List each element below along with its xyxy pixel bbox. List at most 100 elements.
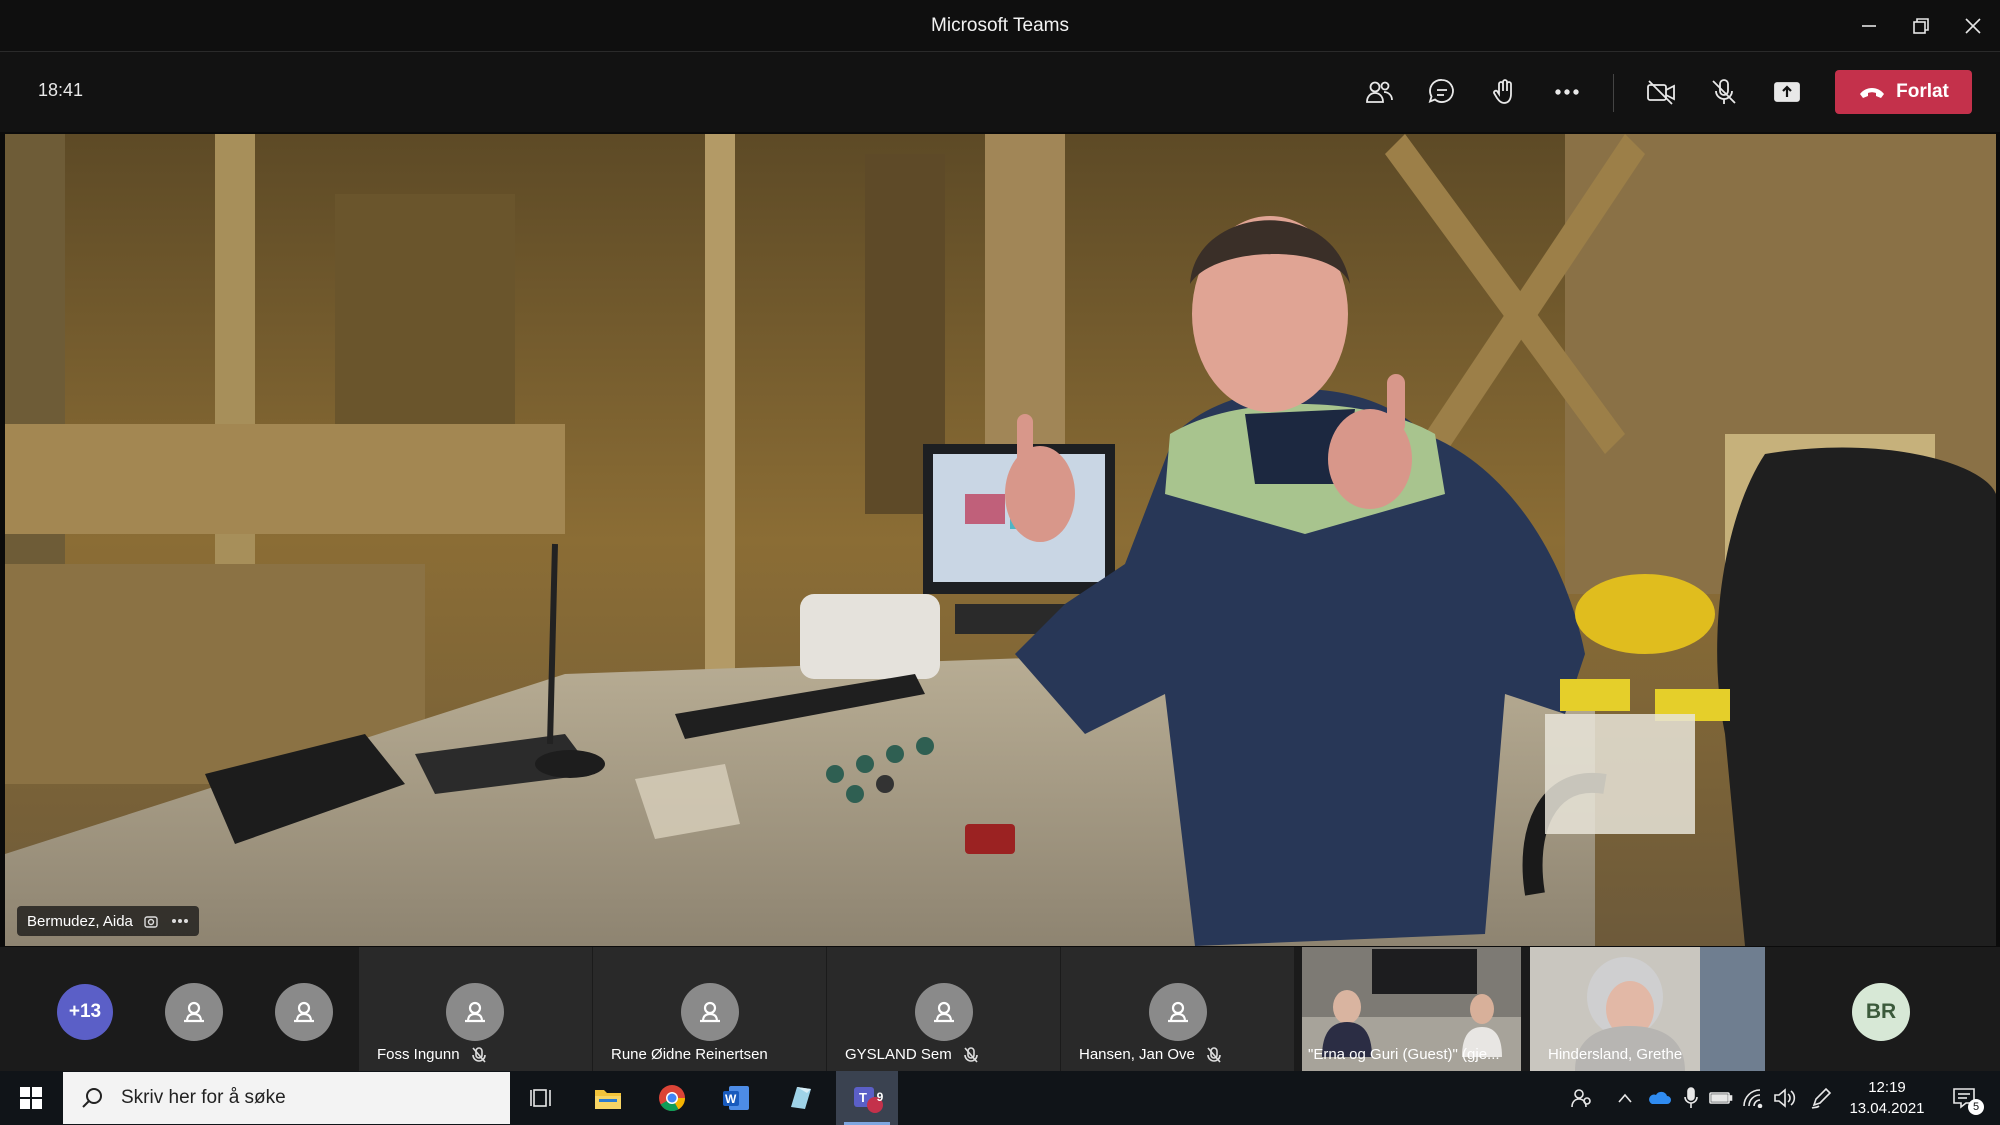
raise-hand-icon bbox=[1493, 79, 1512, 104]
microphone-toggle-button[interactable] bbox=[1700, 68, 1748, 116]
chat-icon bbox=[1428, 79, 1454, 104]
action-center-button[interactable]: 5 bbox=[1942, 1071, 1986, 1125]
participant-name-row: Hindersland, Grethe bbox=[1548, 1046, 1682, 1063]
participants-button[interactable] bbox=[1355, 68, 1403, 116]
file-explorer-button[interactable] bbox=[577, 1071, 639, 1125]
start-button[interactable] bbox=[0, 1071, 62, 1125]
leave-meeting-button[interactable]: Forlat bbox=[1835, 70, 1972, 114]
participant-name: Foss Ingunn bbox=[377, 1046, 460, 1063]
task-view-button[interactable] bbox=[511, 1071, 573, 1125]
pin-options-icon[interactable] bbox=[143, 913, 161, 929]
teams-taskbar-button[interactable]: T 9 bbox=[836, 1071, 898, 1125]
participant-name: "Erna og Guri (Guest)" (gje... bbox=[1308, 1046, 1500, 1063]
participant-avatar[interactable] bbox=[275, 983, 333, 1041]
participant-name: Rune Øidne Reinertsen bbox=[611, 1046, 768, 1063]
battery-button[interactable] bbox=[1707, 1071, 1735, 1125]
wifi-icon bbox=[1743, 1089, 1763, 1108]
participant-avatar bbox=[446, 983, 504, 1041]
pen-icon bbox=[1811, 1087, 1832, 1109]
person-icon bbox=[700, 1001, 720, 1023]
taskbar-search-box[interactable]: Skriv her for å søke bbox=[63, 1072, 510, 1124]
volume-button[interactable] bbox=[1770, 1071, 1800, 1125]
more-actions-button[interactable] bbox=[1543, 68, 1591, 116]
person-icon bbox=[465, 1001, 485, 1023]
participant-tile[interactable]: GYSLAND Sem bbox=[827, 947, 1060, 1071]
person-icon bbox=[184, 1001, 204, 1023]
share-screen-icon bbox=[1774, 82, 1800, 102]
hang-up-icon bbox=[1860, 88, 1885, 98]
participant-avatar bbox=[681, 983, 739, 1041]
onedrive-button[interactable] bbox=[1644, 1071, 1674, 1125]
reactions-button[interactable] bbox=[1481, 68, 1529, 116]
participant-name-row: GYSLAND Sem bbox=[845, 1046, 978, 1063]
participant-name: GYSLAND Sem bbox=[845, 1046, 952, 1063]
minimize-button[interactable] bbox=[1843, 0, 1895, 52]
network-button[interactable] bbox=[1738, 1071, 1768, 1125]
chat-button[interactable] bbox=[1418, 68, 1466, 116]
share-screen-button[interactable] bbox=[1763, 68, 1811, 116]
participant-video-tile[interactable]: Hindersland, Grethe bbox=[1530, 947, 1765, 1071]
pen-workspace-button[interactable] bbox=[1806, 1071, 1836, 1125]
muted-mic-icon bbox=[963, 1046, 978, 1063]
person-icon bbox=[1168, 1001, 1188, 1023]
participant-tile[interactable]: Foss Ingunn bbox=[359, 947, 592, 1071]
participant-video-tile[interactable]: "Erna og Guri (Guest)" (gje... bbox=[1302, 947, 1521, 1071]
participant-initials-avatar[interactable]: BR bbox=[1852, 983, 1910, 1041]
word-icon: W bbox=[723, 1086, 749, 1110]
participant-name-row: Foss Ingunn bbox=[377, 1046, 486, 1063]
title-bar: Microsoft Teams bbox=[0, 0, 2000, 52]
participant-name-row: Rune Øidne Reinertsen bbox=[611, 1046, 768, 1063]
search-placeholder: Skriv her for å søke bbox=[121, 1087, 286, 1108]
window-title: Microsoft Teams bbox=[931, 15, 1069, 36]
participant-name-row: "Erna og Guri (Guest)" (gje... bbox=[1308, 1046, 1500, 1063]
restore-button[interactable] bbox=[1895, 0, 1947, 52]
taskbar-clock[interactable]: 12:19 13.04.2021 bbox=[1842, 1077, 1932, 1119]
windows-logo-icon bbox=[20, 1087, 42, 1109]
notification-count-badge: 5 bbox=[1968, 1099, 1984, 1115]
speaker-name: Bermudez, Aida bbox=[27, 912, 133, 930]
chrome-icon bbox=[659, 1085, 686, 1112]
chrome-button[interactable] bbox=[641, 1071, 703, 1125]
speaker-name-tag: Bermudez, Aida bbox=[17, 906, 199, 936]
participant-avatar bbox=[915, 983, 973, 1041]
close-button[interactable] bbox=[1947, 0, 1999, 52]
cloud-icon bbox=[1649, 1091, 1671, 1104]
folder-icon bbox=[595, 1090, 621, 1109]
participant-tile[interactable]: Rune Øidne Reinertsen bbox=[593, 947, 826, 1071]
speaker-icon bbox=[1774, 1088, 1796, 1108]
people-button[interactable] bbox=[1565, 1071, 1597, 1125]
svg-text:T: T bbox=[859, 1090, 867, 1105]
toolbar-divider bbox=[1613, 74, 1614, 112]
microphone-tray-button[interactable] bbox=[1678, 1071, 1704, 1125]
chevron-up-icon bbox=[1618, 1093, 1632, 1103]
person-icon bbox=[934, 1001, 954, 1023]
people-icon bbox=[1571, 1089, 1591, 1108]
participant-name: Hansen, Jan Ove bbox=[1079, 1046, 1195, 1063]
show-hidden-icons-button[interactable] bbox=[1612, 1071, 1638, 1125]
person-icon bbox=[294, 1001, 314, 1023]
muted-mic-icon bbox=[471, 1046, 486, 1063]
participant-tile[interactable]: Hansen, Jan Ove bbox=[1061, 947, 1294, 1071]
participant-avatar[interactable] bbox=[165, 983, 223, 1041]
minimize-icon bbox=[1862, 25, 1876, 27]
camera-off-icon bbox=[1647, 80, 1675, 105]
notes-app-button[interactable] bbox=[769, 1071, 831, 1125]
search-icon bbox=[82, 1088, 102, 1108]
more-icon bbox=[1555, 89, 1579, 95]
main-video-feed[interactable]: Bermudez, Aida bbox=[5, 134, 1996, 946]
task-view-icon bbox=[530, 1089, 551, 1107]
meeting-timer: 18:41 bbox=[38, 80, 84, 100]
word-button[interactable]: W bbox=[705, 1071, 767, 1125]
microphone-off-icon bbox=[1712, 79, 1736, 104]
participant-avatar bbox=[1149, 983, 1207, 1041]
more-options-icon[interactable] bbox=[171, 913, 189, 929]
leave-button-label: Forlat bbox=[1896, 81, 1949, 102]
muted-mic-icon bbox=[1207, 1046, 1221, 1063]
overflow-participants-button[interactable]: +13 bbox=[57, 984, 113, 1040]
teams-notification-badge: 9 bbox=[876, 1090, 884, 1104]
clock-time: 12:19 bbox=[1868, 1079, 1906, 1096]
camera-toggle-button[interactable] bbox=[1637, 68, 1685, 116]
meeting-toolbar: 18:41 Forlat bbox=[0, 52, 2000, 132]
windows-taskbar: Skriv her for å søke W T 9 12:19 13.04.2… bbox=[0, 1071, 2000, 1125]
participant-strip: +13 Foss Ingunn Rune Øidne Reinertsen GY… bbox=[0, 947, 2000, 1071]
